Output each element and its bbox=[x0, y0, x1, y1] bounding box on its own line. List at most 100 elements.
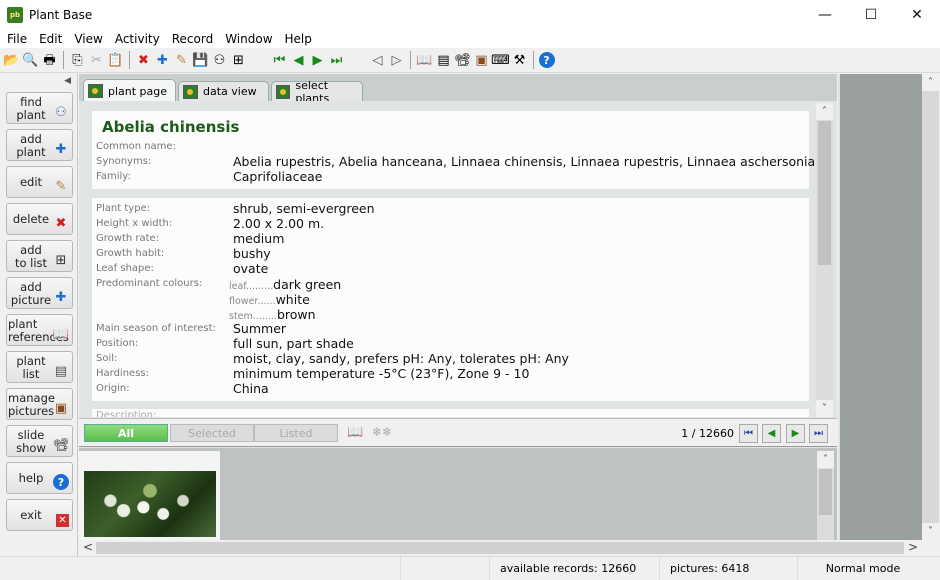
sidebar-button-add-to-list[interactable]: add to list ⊞ bbox=[6, 240, 73, 272]
collapse-sidebar-icon[interactable]: ◀ bbox=[64, 76, 71, 86]
synonyms-label: Synonyms: bbox=[96, 156, 152, 167]
menu-file[interactable]: File bbox=[0, 32, 32, 46]
paste-icon[interactable]: 📋 bbox=[107, 51, 125, 69]
field-label: Leaf shape: bbox=[96, 263, 154, 274]
sidebar-button-find-plant[interactable]: find plant ⚇ bbox=[6, 92, 73, 124]
scroll-up-icon[interactable]: ˄ bbox=[816, 103, 833, 120]
book-icon[interactable]: 📖 bbox=[347, 425, 363, 440]
cut-icon[interactable]: ✂ bbox=[88, 51, 106, 69]
delete-icon[interactable]: ✖ bbox=[135, 51, 153, 69]
add-icon[interactable]: ✚ bbox=[154, 51, 172, 69]
next-record-icon[interactable]: ▶ bbox=[309, 51, 327, 69]
plant-list-icon[interactable]: ▤ bbox=[435, 51, 453, 69]
tools-icon[interactable]: ⚒ bbox=[511, 51, 529, 69]
previous-record-icon[interactable]: ◀ bbox=[290, 51, 308, 69]
copy-icon[interactable]: ⎘ bbox=[69, 51, 87, 69]
last-record-icon[interactable]: ⏭ bbox=[328, 51, 346, 69]
print-preview-icon[interactable]: 🔍 bbox=[22, 51, 40, 69]
scroll-thumb[interactable] bbox=[819, 469, 832, 515]
scroll-down-icon[interactable]: ˅ bbox=[816, 400, 833, 417]
first-record-button[interactable]: ⏮ bbox=[739, 424, 758, 443]
synonyms-value: Abelia rupestris, Abelia hanceana, Linna… bbox=[233, 154, 831, 169]
menu-edit[interactable]: Edit bbox=[32, 32, 67, 46]
plant-header-card: Abelia chinensis Common name: Synonyms: … bbox=[92, 111, 831, 189]
save-icon[interactable]: 💾 bbox=[192, 51, 210, 69]
next-record-button[interactable]: ▶ bbox=[786, 424, 805, 443]
colour-value: brown bbox=[276, 307, 316, 322]
help-icon[interactable]: ? bbox=[538, 52, 555, 68]
field-value: moist, clay, sandy, prefers pH: Any, tol… bbox=[233, 351, 569, 366]
sidebar-button-delete[interactable]: delete ✖ bbox=[6, 203, 73, 235]
filter-bar: All Selected Listed 📖 ❄❄ 1 / 12660 ⏮ ◀ ▶… bbox=[79, 418, 837, 447]
scroll-thumb[interactable] bbox=[818, 121, 831, 265]
scroll-up-icon[interactable]: ˄ bbox=[817, 451, 834, 468]
toolbar-separator bbox=[533, 51, 534, 69]
sidebar-button-add-plant[interactable]: add plant ✚ bbox=[6, 129, 73, 161]
sidebar-button-add-picture[interactable]: add picture ✚ bbox=[6, 277, 73, 309]
tab-plant-page[interactable]: plant page bbox=[83, 79, 176, 102]
plant-page-scrollbar[interactable]: ˄ ˅ bbox=[816, 103, 833, 417]
description-label: Description: bbox=[96, 410, 157, 417]
sidebar-button-plant-list[interactable]: plant list ▤ bbox=[6, 351, 73, 383]
scroll-right-icon[interactable]: > bbox=[908, 540, 918, 554]
menu-view[interactable]: View bbox=[67, 32, 107, 46]
colour-value: dark green bbox=[273, 277, 342, 292]
menu-activity[interactable]: Activity bbox=[108, 32, 165, 46]
sidebar-button-help[interactable]: help? bbox=[6, 462, 73, 494]
find-binoculars-icon[interactable]: ⚇ bbox=[211, 51, 229, 69]
plant-page-icon bbox=[88, 84, 103, 98]
references-book-icon[interactable]: 📖 bbox=[416, 51, 434, 69]
minimize-button[interactable]: — bbox=[802, 0, 848, 30]
sidebar-button-label: plant references bbox=[8, 317, 69, 344]
open-folder-icon[interactable]: 📂 bbox=[3, 51, 21, 69]
edit-pencil-icon[interactable]: ✎ bbox=[173, 51, 191, 69]
plant-photo-thumbnail[interactable] bbox=[84, 471, 216, 537]
sidebar-button-manage-pictures[interactable]: manage pictures ▣ bbox=[6, 388, 73, 420]
last-record-button[interactable]: ⏭ bbox=[809, 424, 828, 443]
field-value: full sun, part shade bbox=[233, 336, 354, 351]
manage-pictures-icon[interactable]: ▣ bbox=[473, 51, 491, 69]
previous-record-button[interactable]: ◀ bbox=[762, 424, 781, 443]
field-value: medium bbox=[233, 231, 285, 246]
forward-icon[interactable]: ▷ bbox=[388, 51, 406, 69]
scroll-track[interactable] bbox=[96, 542, 904, 554]
back-icon[interactable]: ◁ bbox=[369, 51, 387, 69]
filter-all-button[interactable]: All bbox=[84, 424, 168, 442]
filter-selected-button[interactable]: Selected bbox=[170, 424, 254, 442]
sidebar-button-exit[interactable]: exit ✕ bbox=[6, 499, 73, 531]
sidebar-button-label: add picture bbox=[10, 280, 52, 307]
menu-help[interactable]: Help bbox=[278, 32, 317, 46]
menu-record[interactable]: Record bbox=[165, 32, 218, 46]
menu-window[interactable]: Window bbox=[218, 32, 277, 46]
pictures-icon: ▣ bbox=[54, 400, 68, 416]
thumbnail-cell[interactable] bbox=[79, 451, 220, 540]
tab-select-plants[interactable]: select plants bbox=[271, 79, 363, 105]
tab-data-view[interactable]: data view bbox=[178, 81, 269, 101]
close-button[interactable]: ✕ bbox=[894, 0, 940, 30]
plant-name: Abelia chinensis bbox=[102, 118, 240, 136]
snowflake-icon[interactable]: ❄❄ bbox=[372, 425, 392, 439]
print-icon[interactable]: 🖶 bbox=[41, 51, 59, 69]
field-value: bushy bbox=[233, 246, 271, 261]
add-to-list-icon: ⊞ bbox=[55, 252, 67, 268]
sidebar-button-edit[interactable]: edit ✎ bbox=[6, 166, 73, 198]
picture-scrollbar[interactable]: ˄ bbox=[817, 451, 834, 540]
slide-show-projector-icon[interactable]: 📽 bbox=[454, 51, 472, 69]
scroll-left-icon[interactable]: < bbox=[83, 540, 93, 554]
right-scrollbar[interactable]: ˄ ˅ bbox=[922, 74, 939, 540]
maximize-button[interactable]: ☐ bbox=[848, 0, 894, 30]
first-record-icon[interactable]: ⏮ bbox=[271, 51, 289, 69]
scroll-down-icon[interactable]: ˅ bbox=[922, 523, 939, 540]
scroll-up-icon[interactable]: ˄ bbox=[922, 74, 939, 91]
colour-row: flower......white bbox=[229, 292, 310, 307]
field-label: Main season of interest: bbox=[96, 323, 216, 334]
sidebar-button-slide-show[interactable]: slide show 📽 bbox=[6, 425, 73, 457]
horizontal-scrollbar[interactable]: < > bbox=[79, 540, 922, 556]
filter-listed-button[interactable]: Listed bbox=[254, 424, 338, 442]
main-panel: plant page data view select plants Abeli… bbox=[79, 74, 837, 540]
sidebar-button-plant-references[interactable]: plant references 📖 bbox=[6, 314, 73, 346]
select-plants-icon bbox=[276, 84, 291, 99]
keyboard-icon[interactable]: ⌨ bbox=[491, 51, 510, 69]
add-to-list-icon[interactable]: ⊞ bbox=[230, 51, 248, 69]
projector-icon: 📽 bbox=[52, 437, 70, 453]
